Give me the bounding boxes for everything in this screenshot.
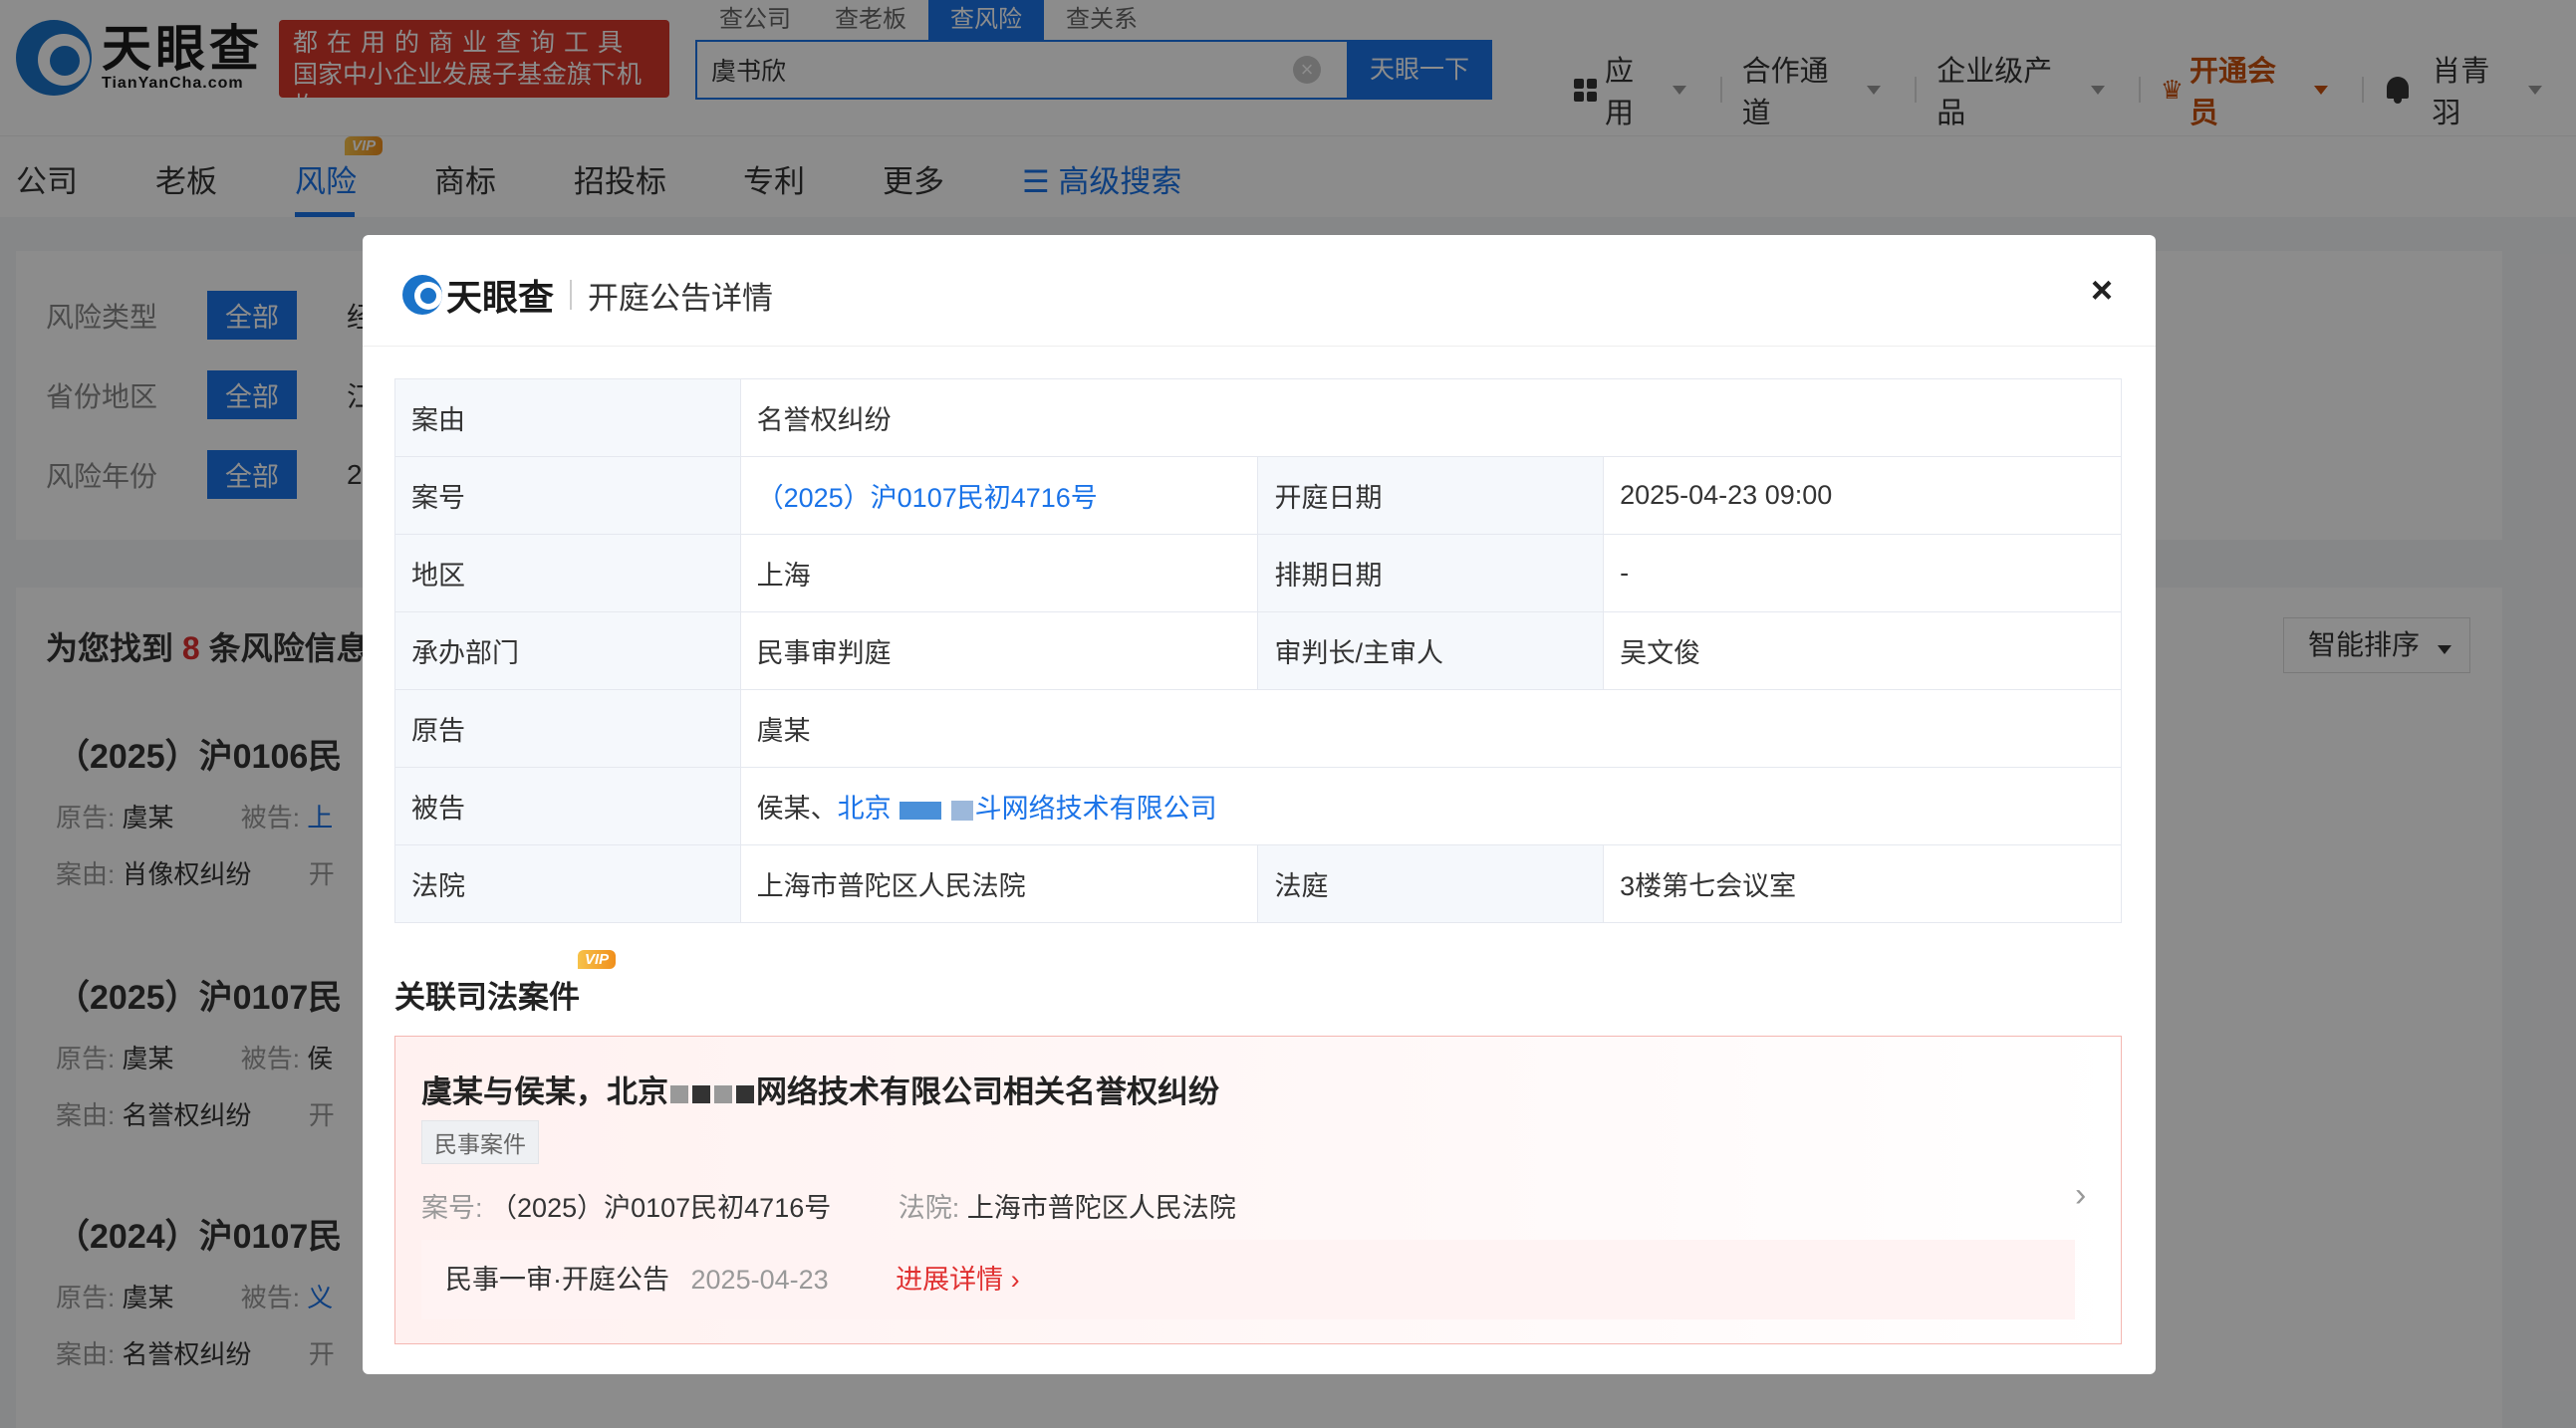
modal-title: 开庭公告详情 [588, 280, 774, 316]
chevron-right-icon: › [1010, 1265, 1020, 1295]
table-row: 地区 上海 排期日期 - [394, 534, 2122, 612]
court-value: 上海市普陀区人民法院 [739, 844, 1259, 923]
case-stage-date: 2025-04-23 [690, 1265, 829, 1295]
room-value: 3楼第七会议室 [1603, 844, 2122, 923]
related-case-title[interactable]: 虞某与侯某，北京 网络技术有限公司相关名誉权纠纷 [421, 1067, 1219, 1111]
dept-value: 民事审判庭 [739, 611, 1259, 690]
case-stage: 民事一审·开庭公告 [445, 1265, 669, 1295]
related-case-card[interactable]: 虞某与侯某，北京 网络技术有限公司相关名誉权纠纷 民事案件 案号: （2025）沪… [394, 1036, 2122, 1344]
progress-detail-label: 进展详情 [896, 1265, 1004, 1295]
defendant-cell: 侯某、北京 斗网络技术有限公司 [739, 767, 2123, 845]
hearing-detail-table: 案由 名誉权纠纷 案号 （2025）沪0107民初4716号 开庭日期 2025… [394, 378, 2123, 923]
redaction-mask [899, 801, 941, 820]
judge-label: 审判长/主审人 [1257, 611, 1605, 690]
cause-label: 案由 [394, 378, 741, 457]
court-label: 法院 [394, 844, 741, 923]
related-case-no: （2025）沪0107民初4716号 [490, 1193, 832, 1223]
defendant-company-prefix: 北京 [837, 794, 892, 824]
schedule-date-value: - [1603, 534, 2122, 612]
related-case-title-b: 网络技术有限公司相关名誉权纠纷 [756, 1074, 1219, 1109]
redaction-mask [714, 1084, 732, 1103]
region-value: 上海 [739, 534, 1259, 612]
related-cases-title: 关联司法案件 [394, 972, 580, 1017]
related-case-no-label: 案号: [421, 1193, 483, 1223]
cause-value: 名誉权纠纷 [739, 378, 2123, 457]
redaction-mask [736, 1084, 754, 1103]
modal-title-divider [570, 280, 573, 310]
related-court-label: 法院: [898, 1193, 960, 1223]
judge-value: 吴文俊 [1603, 611, 2122, 690]
plaintiff-label: 原告 [394, 689, 741, 768]
defendant-person: 侯某、 [756, 794, 838, 824]
hearing-date-value: 2025-04-23 09:00 [1603, 456, 2122, 535]
logo-eye-icon [402, 275, 442, 315]
redaction-mask [692, 1084, 710, 1103]
related-court: 上海市普陀区人民法院 [966, 1193, 1236, 1223]
table-row: 原告 虞某 [394, 689, 2123, 768]
hearing-notice-modal: 天眼查 开庭公告详情 × 案由 名誉权纠纷 案号 （2025）沪0107民初47… [363, 235, 2156, 1374]
case-type-tag: 民事案件 [421, 1120, 539, 1164]
case-no-link[interactable]: （2025）沪0107民初4716号 [739, 456, 1259, 535]
region-label: 地区 [394, 534, 741, 612]
modal-header: 天眼查 开庭公告详情 × [363, 235, 2156, 347]
chevron-right-icon[interactable]: › [2075, 1176, 2086, 1215]
dept-label: 承办部门 [394, 611, 741, 690]
hearing-date-label: 开庭日期 [1257, 456, 1605, 535]
close-icon[interactable]: × [2082, 271, 2122, 311]
case-no-label: 案号 [394, 456, 741, 535]
vip-badge: VIP [578, 950, 617, 969]
schedule-date-label: 排期日期 [1257, 534, 1605, 612]
modal-logo-text: 天眼查 [446, 277, 555, 318]
redaction-mask [950, 800, 973, 821]
related-title-text: 关联司法案件 [394, 980, 580, 1015]
room-label: 法庭 [1257, 844, 1605, 923]
related-case-progress: 民事一审·开庭公告 2025-04-23 进展详情 › [421, 1240, 2075, 1319]
defendant-label: 被告 [394, 767, 741, 845]
modal-logo: 天眼查 开庭公告详情 [402, 269, 773, 321]
related-case-info: 案号: （2025）沪0107民初4716号 法院: 上海市普陀区人民法院 [421, 1186, 1236, 1225]
plaintiff-value: 虞某 [739, 689, 2123, 768]
defendant-company-suffix: 斗网络技术有限公司 [974, 794, 1217, 824]
redaction-mask [670, 1084, 688, 1103]
table-row: 案由 名誉权纠纷 [394, 378, 2123, 457]
table-row: 法院 上海市普陀区人民法院 法庭 3楼第七会议室 [394, 844, 2122, 923]
progress-detail-link[interactable]: 进展详情 › [896, 1265, 1020, 1295]
defendant-company-link[interactable]: 北京 斗网络技术有限公司 [838, 794, 1217, 824]
table-row: 承办部门 民事审判庭 审判长/主审人 吴文俊 [394, 611, 2122, 690]
table-row: 被告 侯某、北京 斗网络技术有限公司 [394, 767, 2123, 845]
related-case-title-a: 虞某与侯某，北京 [421, 1074, 668, 1109]
table-row: 案号 （2025）沪0107民初4716号 开庭日期 2025-04-23 09… [394, 456, 2122, 535]
